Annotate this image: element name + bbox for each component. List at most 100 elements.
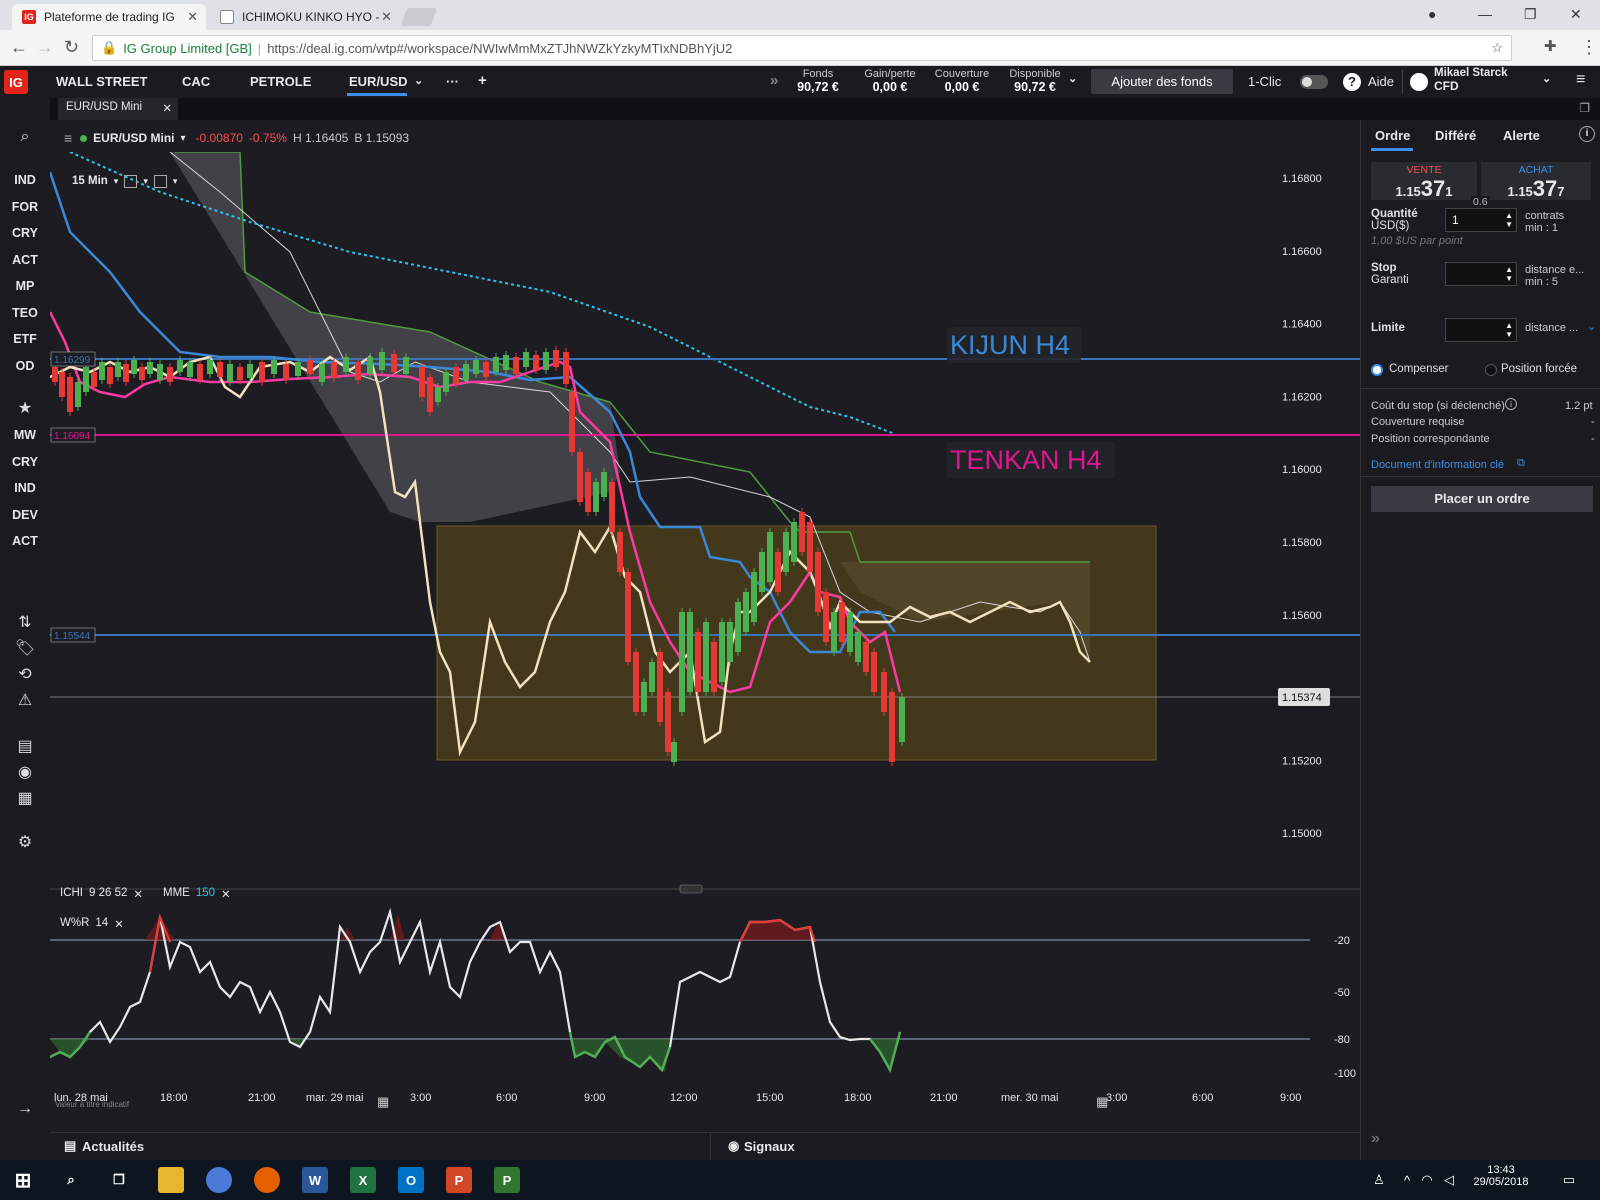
- one-click-toggle[interactable]: [1300, 75, 1328, 89]
- browser-tab-ichimoku[interactable]: ICHIMOKU KINKO HYO - ✕: [210, 4, 400, 30]
- chart-menu-icon[interactable]: ≡: [64, 130, 72, 146]
- signals-icon[interactable]: ◉: [14, 762, 36, 782]
- project-icon[interactable]: P: [494, 1167, 520, 1193]
- expand-arrow-icon[interactable]: →: [14, 1100, 36, 1118]
- sidebar-item-ind[interactable]: IND: [0, 481, 50, 495]
- sidebar-item-act[interactable]: ACT: [0, 253, 50, 267]
- search-icon[interactable]: ⌕: [58, 1167, 84, 1193]
- outlook-icon[interactable]: O: [398, 1167, 424, 1193]
- chart-panel-tab[interactable]: EUR/USD Mini ✕: [58, 98, 178, 120]
- stop-input[interactable]: ▲ ▼: [1445, 262, 1517, 286]
- sidebar-item-for[interactable]: FOR: [0, 200, 50, 214]
- powerpoint-icon[interactable]: P: [446, 1167, 472, 1193]
- people-icon[interactable]: ♙: [1366, 1167, 1392, 1193]
- limit-stepper-icon[interactable]: ▲ ▼: [1505, 321, 1513, 339]
- firefox-icon[interactable]: [254, 1167, 280, 1193]
- signals-tab[interactable]: Signaux: [744, 1139, 795, 1154]
- calendar-icon[interactable]: ▦: [14, 788, 36, 808]
- tag-icon[interactable]: 🏷: [14, 638, 36, 658]
- indicators-icon[interactable]: [153, 174, 167, 188]
- add-funds-button[interactable]: Ajouter des fonds: [1091, 69, 1233, 94]
- place-order-button[interactable]: Placer un ordre: [1371, 486, 1593, 512]
- tab-differe[interactable]: Différé: [1435, 128, 1476, 143]
- wr-legend-name[interactable]: W%R: [60, 917, 89, 931]
- profile-icon[interactable]: ●: [1428, 6, 1436, 22]
- sidebar-item-ind[interactable]: IND: [0, 173, 50, 187]
- new-tab-button[interactable]: [400, 8, 438, 26]
- reload-icon[interactable]: ↻: [64, 37, 79, 58]
- close-tab-icon[interactable]: ✕: [187, 9, 198, 25]
- hamburger-menu-icon[interactable]: ≡: [1576, 71, 1585, 89]
- sidebar-item-od[interactable]: OD: [0, 359, 50, 373]
- excel-icon[interactable]: X: [350, 1167, 376, 1193]
- close-window-icon[interactable]: ✕: [1570, 6, 1582, 23]
- history-icon[interactable]: ⟲: [14, 664, 36, 684]
- compenser-label[interactable]: Compenser: [1389, 363, 1448, 375]
- chart-type-chevron-icon[interactable]: ▾: [143, 176, 148, 187]
- account-chevron-icon[interactable]: ⌄: [1542, 72, 1551, 85]
- menu-icon[interactable]: ⋮: [1580, 37, 1598, 58]
- buy-button[interactable]: ACHAT 1.15377: [1481, 162, 1591, 201]
- remove-ema-icon[interactable]: ✕: [221, 887, 231, 901]
- close-panel-icon[interactable]: ✕: [162, 101, 172, 115]
- limit-chevron-icon[interactable]: ⌄: [1587, 320, 1596, 333]
- ig-logo[interactable]: IG: [4, 70, 28, 94]
- remove-wr-icon[interactable]: ✕: [114, 917, 124, 931]
- sidebar-item-mw[interactable]: MW: [0, 428, 50, 442]
- tab-eurusd[interactable]: EUR/USD: [349, 74, 408, 89]
- stop-cost-info-icon[interactable]: i: [1505, 398, 1517, 410]
- close-tab-icon[interactable]: ✕: [381, 9, 392, 25]
- compenser-radio[interactable]: [1371, 364, 1383, 376]
- news-tab[interactable]: Actualités: [82, 1139, 144, 1154]
- key-info-document-link[interactable]: Document d'information clé: [1371, 459, 1504, 471]
- event-calendar-icon[interactable]: ▦: [1096, 1094, 1108, 1110]
- tab-ordre[interactable]: Ordre: [1375, 128, 1410, 143]
- minimize-icon[interactable]: —: [1478, 6, 1492, 22]
- sidebar-item-mp[interactable]: MP: [0, 279, 50, 293]
- search-icon[interactable]: ⌕: [14, 128, 36, 146]
- account-menu[interactable]: Mikael Starck CFD: [1434, 67, 1584, 93]
- chart-type-icon[interactable]: [124, 174, 138, 188]
- news-icon[interactable]: ▤: [14, 736, 36, 756]
- help-label[interactable]: Aide: [1368, 74, 1394, 89]
- sidebar-item-cry[interactable]: CRY: [0, 455, 50, 469]
- bookmark-star-icon[interactable]: ☆: [1491, 40, 1503, 56]
- stop-stepper-icon[interactable]: ▲ ▼: [1505, 265, 1513, 283]
- omnibox[interactable]: 🔒 IG Group Limited [GB] | https://deal.i…: [92, 35, 1512, 61]
- maximize-icon[interactable]: ❐: [1524, 6, 1537, 23]
- file-explorer-icon[interactable]: [158, 1167, 184, 1193]
- chrome-icon[interactable]: [206, 1167, 232, 1193]
- alert-icon[interactable]: ⚠: [14, 690, 36, 710]
- info-icon[interactable]: i: [1579, 126, 1595, 142]
- indicators-chevron-icon[interactable]: ▾: [173, 176, 178, 187]
- volume-icon[interactable]: ◁: [1436, 1167, 1462, 1193]
- settings-gear-icon[interactable]: ⚙: [14, 832, 36, 852]
- forced-position-label[interactable]: Position forcée: [1501, 363, 1577, 375]
- sidebar-item-teo[interactable]: TEO: [0, 306, 50, 320]
- instrument-chevron-icon[interactable]: ▾: [181, 133, 186, 144]
- timeframe-select[interactable]: 15 Min: [72, 175, 108, 187]
- more-tabs-button[interactable]: ···: [446, 74, 459, 89]
- pane-resize-handle[interactable]: [679, 884, 703, 894]
- forced-position-radio[interactable]: [1485, 364, 1497, 376]
- event-calendar-icon[interactable]: ▦: [377, 1094, 389, 1110]
- tab-wall-street[interactable]: WALL STREET: [56, 74, 147, 89]
- ichimoku-legend-name[interactable]: ICHI: [60, 887, 83, 901]
- tab-cac[interactable]: CAC: [182, 74, 210, 89]
- help-icon[interactable]: ?: [1343, 73, 1361, 91]
- extension-icon[interactable]: ✚: [1544, 37, 1557, 55]
- task-view-icon[interactable]: ❐: [106, 1167, 132, 1193]
- tab-petrole[interactable]: PETROLE: [250, 74, 311, 89]
- browser-tab-ig[interactable]: IG Plateforme de trading IG ✕: [12, 4, 206, 30]
- forward-icon[interactable]: →: [36, 37, 54, 58]
- external-link-icon[interactable]: ⧉: [1517, 457, 1525, 470]
- word-icon[interactable]: W: [302, 1167, 328, 1193]
- limit-input[interactable]: ▲ ▼: [1445, 318, 1517, 342]
- ema-legend-name[interactable]: MME: [163, 887, 190, 901]
- quantity-input[interactable]: 1 ▲ ▼: [1445, 208, 1517, 232]
- remove-ichimoku-icon[interactable]: ✕: [133, 887, 143, 901]
- notifications-icon[interactable]: ▭: [1556, 1167, 1582, 1193]
- star-icon[interactable]: ★: [14, 398, 36, 418]
- windows-start-icon[interactable]: ⊞: [10, 1167, 36, 1193]
- sidebar-item-cry[interactable]: CRY: [0, 226, 50, 240]
